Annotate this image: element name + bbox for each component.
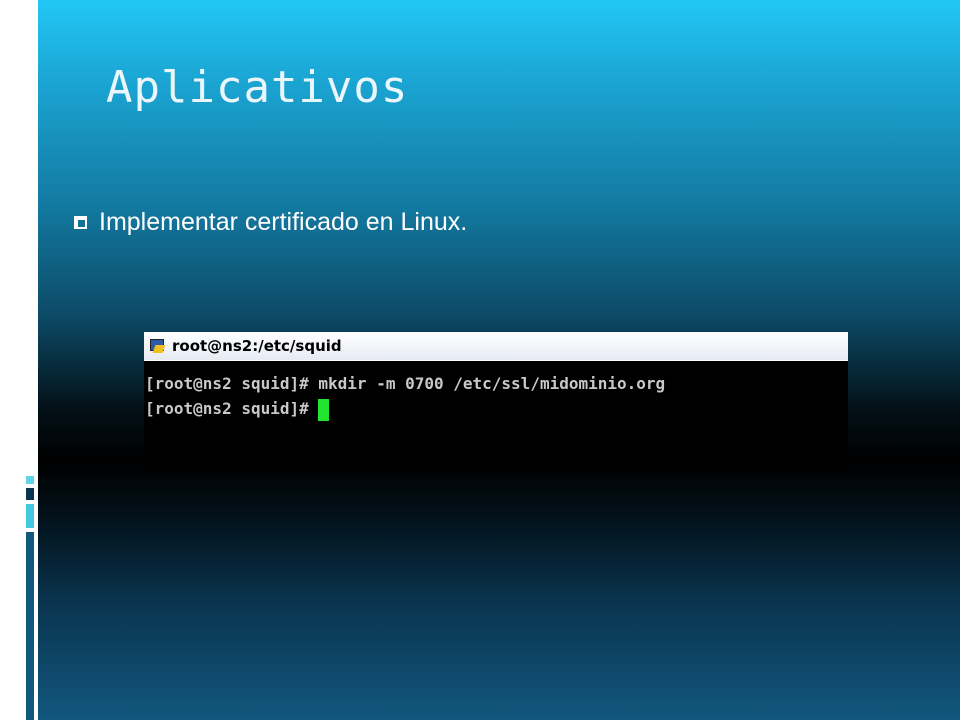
terminal-line: [root@ns2 squid]# mkdir -m 0700 /etc/ssl… — [145, 374, 666, 393]
terminal-window[interactable]: root@ns2:/etc/squid [root@ns2 squid]# mk… — [144, 332, 848, 473]
slide-title: Aplicativos — [106, 62, 409, 113]
left-top-marks — [26, 0, 34, 472]
bullet-text: Implementar certificado en Linux. — [99, 208, 468, 236]
terminal-line-prompt: [root@ns2 squid]# — [145, 396, 848, 421]
left-mark-dark-2 — [26, 532, 34, 720]
terminal-prompt: [root@ns2 squid]# — [145, 399, 319, 418]
checkbox-bullet-icon — [74, 216, 87, 229]
terminal-cursor — [318, 398, 330, 421]
terminal-titlebar[interactable]: root@ns2:/etc/squid — [144, 332, 848, 361]
left-mark-cyan-2 — [26, 504, 34, 528]
bullet-item: Implementar certificado en Linux. — [74, 208, 467, 237]
terminal-body[interactable]: [root@ns2 squid]# mkdir -m 0700 /etc/ssl… — [144, 361, 848, 421]
putty-icon — [148, 337, 166, 355]
terminal-title: root@ns2:/etc/squid — [172, 337, 342, 355]
left-mark-dark-1 — [26, 488, 34, 500]
left-mark-cyan-1 — [26, 476, 34, 484]
